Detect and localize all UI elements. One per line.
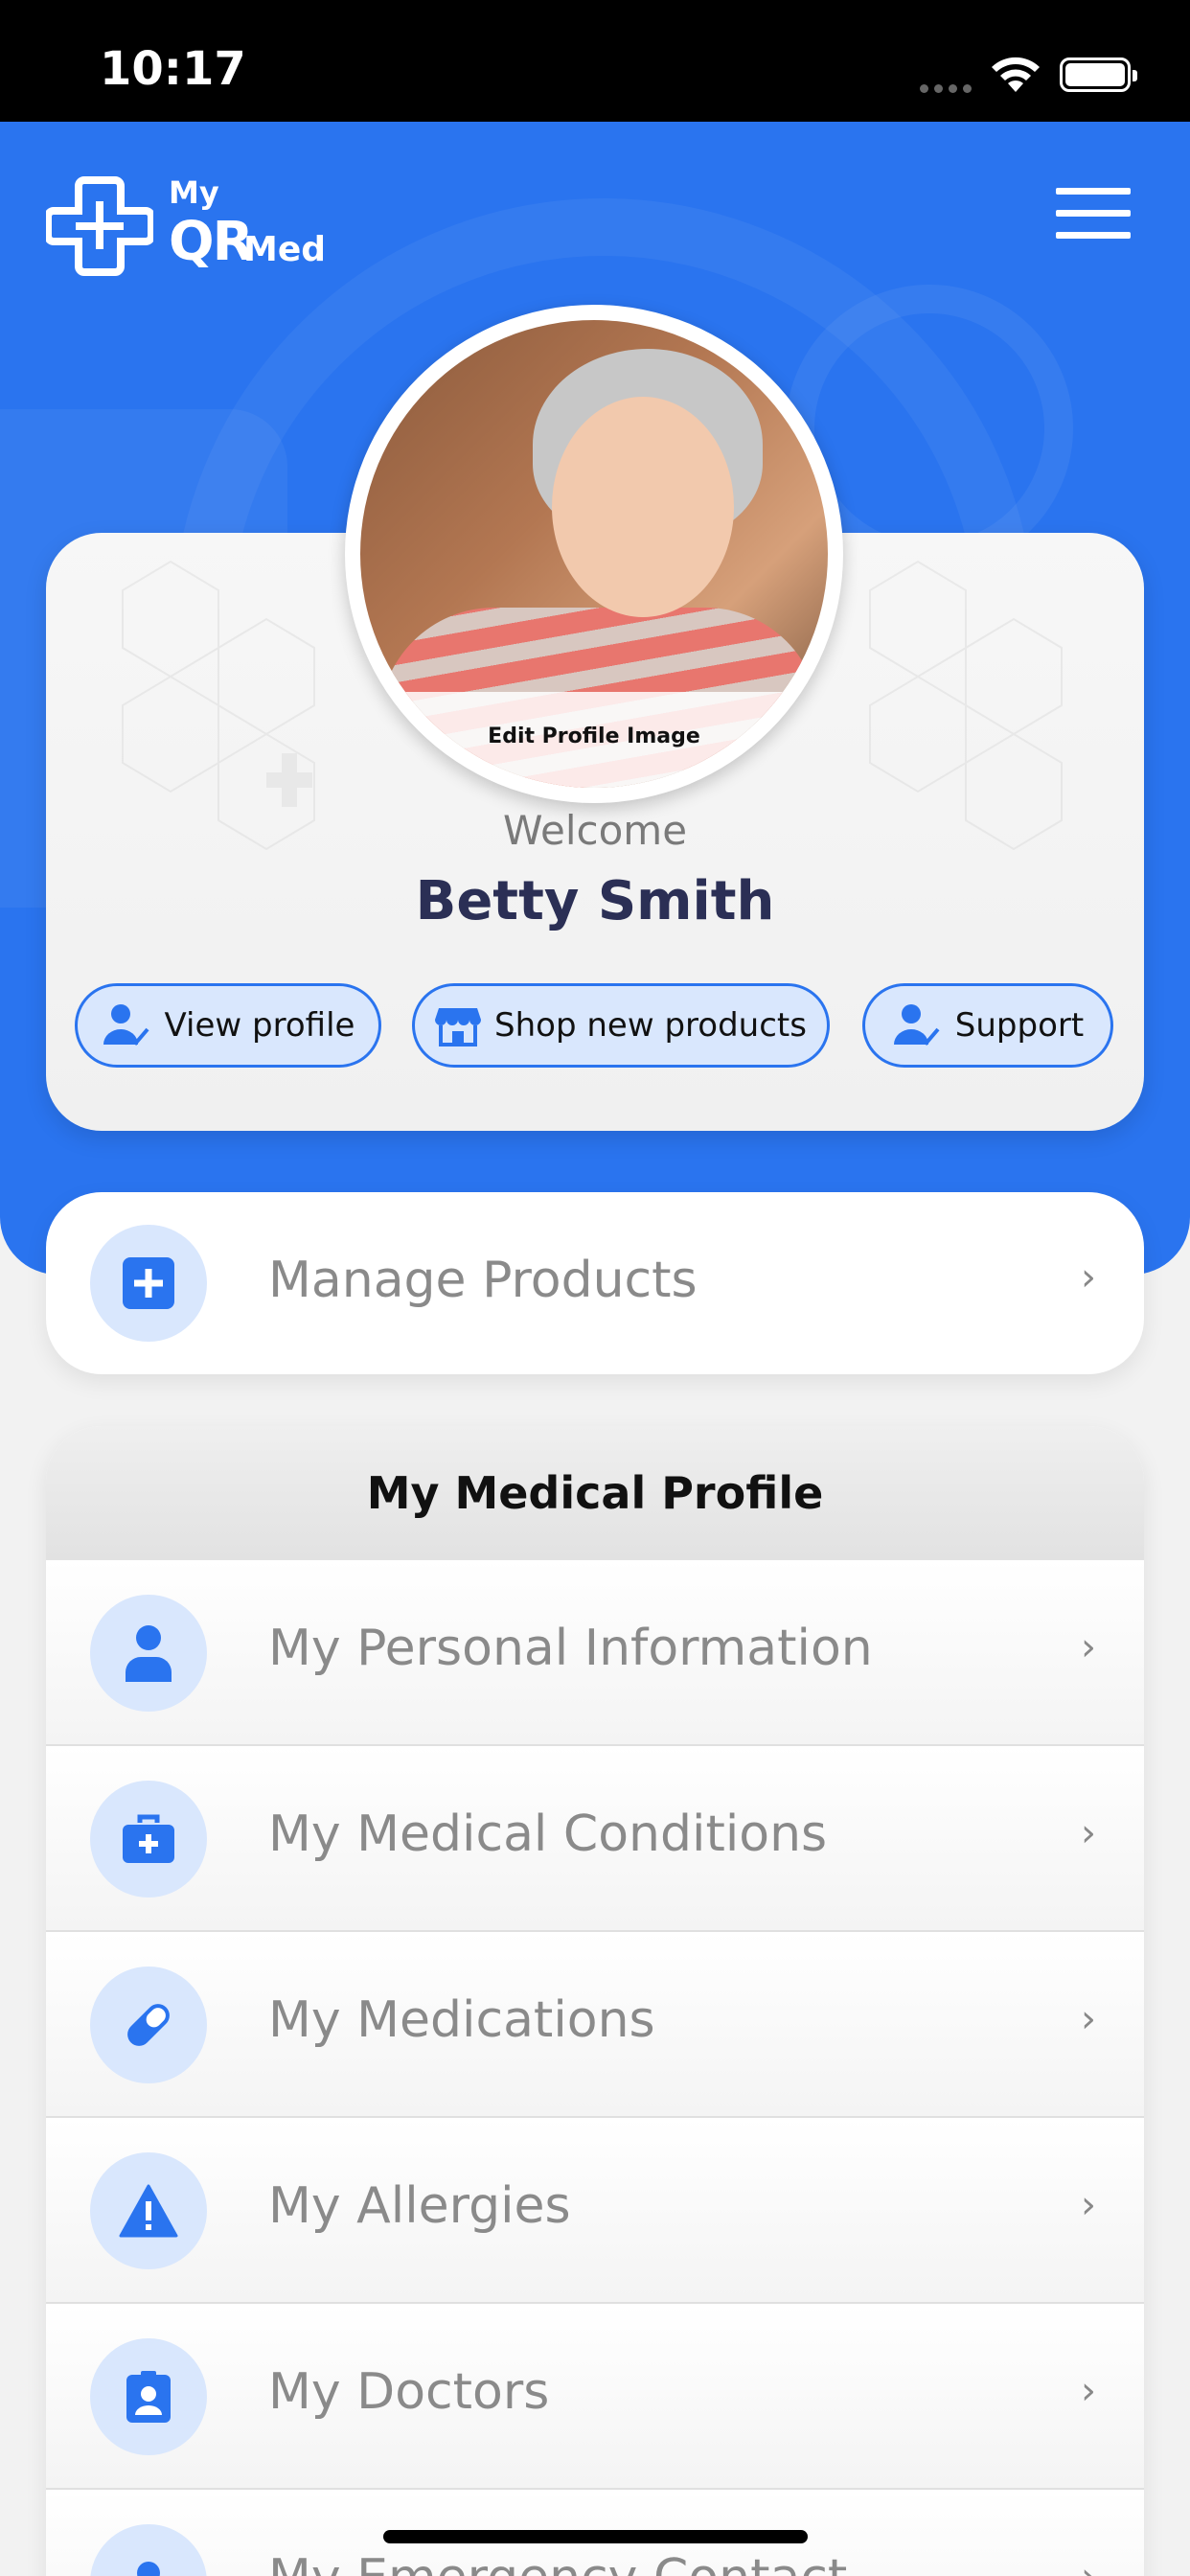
medkit-icon [123, 1814, 174, 1863]
view-profile-button[interactable]: View profile [75, 983, 381, 1068]
user-check-icon [893, 1004, 940, 1046]
warning-icon [119, 2184, 178, 2238]
logo-text-qr: QR [169, 211, 254, 273]
plus-square-icon [123, 1257, 174, 1309]
store-icon [435, 1008, 482, 1046]
menu-item-doctors[interactable]: My Doctors › [46, 2304, 1144, 2490]
chevron-right-icon: › [1081, 2183, 1096, 2227]
profile-avatar[interactable]: Edit Profile Image [345, 305, 843, 803]
user-check-icon [103, 1004, 149, 1046]
menu-item-label: My Personal Information [268, 1620, 873, 1677]
medical-cross-logo-icon [46, 176, 153, 276]
menu-item-label: My Medical Conditions [268, 1806, 828, 1863]
person-icon [126, 1625, 172, 1682]
edit-profile-image-button[interactable]: Edit Profile Image [360, 724, 828, 748]
support-button[interactable]: Support [862, 983, 1113, 1068]
profile-photo: Edit Profile Image [360, 320, 828, 788]
chevron-right-icon: › [1081, 1811, 1096, 1855]
medical-profile-section: My Medical Profile My Personal Informati… [46, 1426, 1144, 2576]
logo-text-my: My [169, 174, 219, 211]
welcome-text: Welcome [502, 807, 688, 854]
app-logo[interactable]: My QR Med [46, 172, 333, 278]
chevron-right-icon: › [1081, 1255, 1096, 1300]
contact-icon [137, 2562, 160, 2576]
chevron-right-icon: › [1081, 2555, 1096, 2576]
status-time: 10:17 [100, 42, 246, 96]
home-indicator[interactable] [383, 2530, 808, 2543]
manage-products-label: Manage Products [268, 1252, 698, 1309]
chevron-right-icon: › [1081, 1625, 1096, 1669]
logo-text-med: Med [243, 230, 327, 269]
menu-item-medical-conditions[interactable]: My Medical Conditions › [46, 1746, 1144, 1932]
id-badge-icon [126, 2371, 171, 2423]
manage-products-icon-wrap [90, 1225, 207, 1342]
status-bar: 10:17 [0, 0, 1190, 122]
manage-products-button[interactable]: Manage Products › [46, 1192, 1144, 1374]
hamburger-menu-icon[interactable] [1056, 188, 1133, 242]
menu-item-allergies[interactable]: My Allergies › [46, 2118, 1144, 2304]
menu-item-label: My Allergies [268, 2177, 571, 2235]
user-name: Betty Smith [415, 870, 775, 932]
shop-new-products-label: Shop new products [494, 1006, 807, 1045]
signal-dots-icon [920, 79, 977, 93]
chevron-right-icon: › [1081, 2369, 1096, 2413]
medical-profile-title: My Medical Profile [46, 1426, 1144, 1560]
battery-icon [1060, 58, 1137, 92]
wifi-icon [992, 57, 1040, 92]
pill-icon [127, 2004, 170, 2046]
menu-item-personal-information[interactable]: My Personal Information › [46, 1560, 1144, 1746]
menu-item-medications[interactable]: My Medications › [46, 1932, 1144, 2118]
view-profile-label: View profile [164, 1006, 355, 1045]
menu-item-label: My Medications [268, 1991, 655, 2049]
menu-item-label: My Emergency Contact [268, 2549, 847, 2576]
shop-new-products-button[interactable]: Shop new products [412, 983, 830, 1068]
chevron-right-icon: › [1081, 1997, 1096, 2041]
support-label: Support [954, 1006, 1085, 1045]
menu-item-label: My Doctors [268, 2363, 550, 2421]
